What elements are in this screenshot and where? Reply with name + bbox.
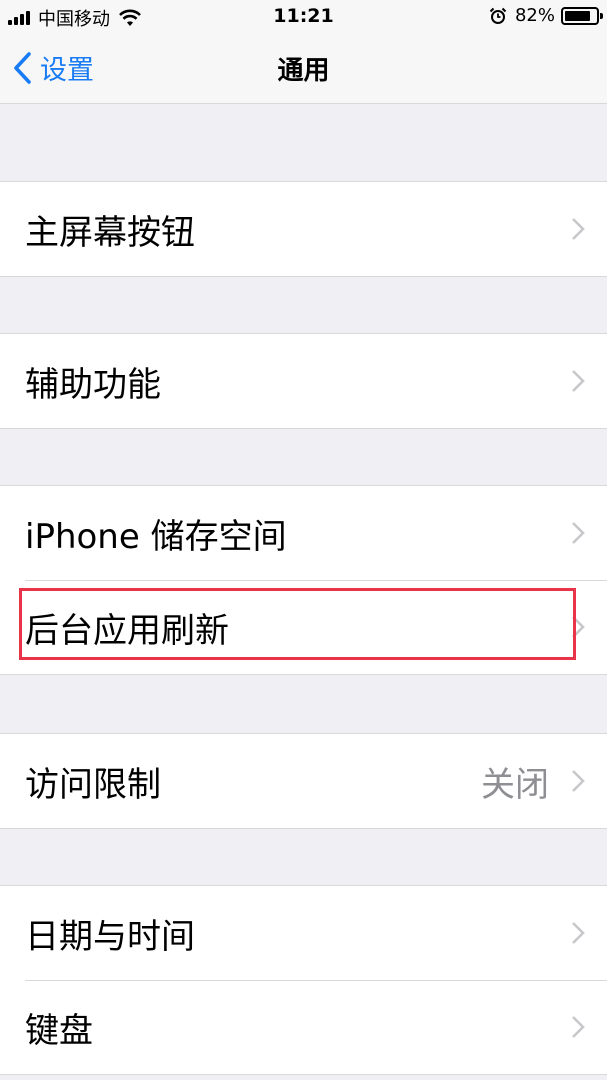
chevron-right-icon (572, 370, 585, 392)
row-label: iPhone 储存空间 (25, 516, 287, 557)
settings-row-restrictions[interactable]: 访问限制 关闭 (0, 734, 607, 828)
row-label: 日期与时间 (25, 916, 195, 957)
status-bar: 中国移动 11:21 82% (0, 0, 607, 34)
page-title: 通用 (277, 56, 330, 86)
row-label: 访问限制 (25, 764, 161, 805)
settings-row-iphone-storage[interactable]: iPhone 储存空间 (0, 486, 607, 580)
row-value: 关闭 (481, 764, 549, 805)
settings-row-home-button[interactable]: 主屏幕按钮 (0, 182, 607, 276)
screen: 中国移动 11:21 82% 设置 通用 主屏幕按钮 辅助功能 iPhone 储… (0, 0, 607, 1080)
settings-row-accessibility[interactable]: 辅助功能 (0, 334, 607, 428)
settings-group-4: 访问限制 关闭 (0, 733, 607, 829)
row-label: 辅助功能 (25, 364, 161, 405)
top-bar: 中国移动 11:21 82% 设置 通用 (0, 0, 607, 104)
battery-percent: 82% (514, 5, 555, 26)
settings-row-keyboard[interactable]: 键盘 (0, 980, 607, 1074)
battery-icon (561, 6, 603, 25)
alarm-icon (489, 7, 507, 24)
settings-group-5: 日期与时间 键盘 (0, 885, 607, 1075)
chevron-right-icon (572, 922, 585, 944)
settings-group-1: 主屏幕按钮 (0, 181, 607, 277)
status-right: 82% (489, 5, 603, 26)
highlight-box (19, 588, 576, 660)
settings-row-date-time[interactable]: 日期与时间 (0, 886, 607, 980)
chevron-right-icon (572, 770, 585, 792)
battery-nub (600, 12, 603, 19)
settings-group-2: 辅助功能 (0, 333, 607, 429)
chevron-right-icon (572, 218, 585, 240)
navigation-bar: 设置 通用 (0, 34, 607, 103)
battery-fill (565, 10, 590, 21)
chevron-right-icon (572, 1016, 585, 1038)
row-label: 主屏幕按钮 (25, 212, 195, 253)
chevron-right-icon (572, 522, 585, 544)
row-label: 键盘 (25, 1010, 93, 1051)
